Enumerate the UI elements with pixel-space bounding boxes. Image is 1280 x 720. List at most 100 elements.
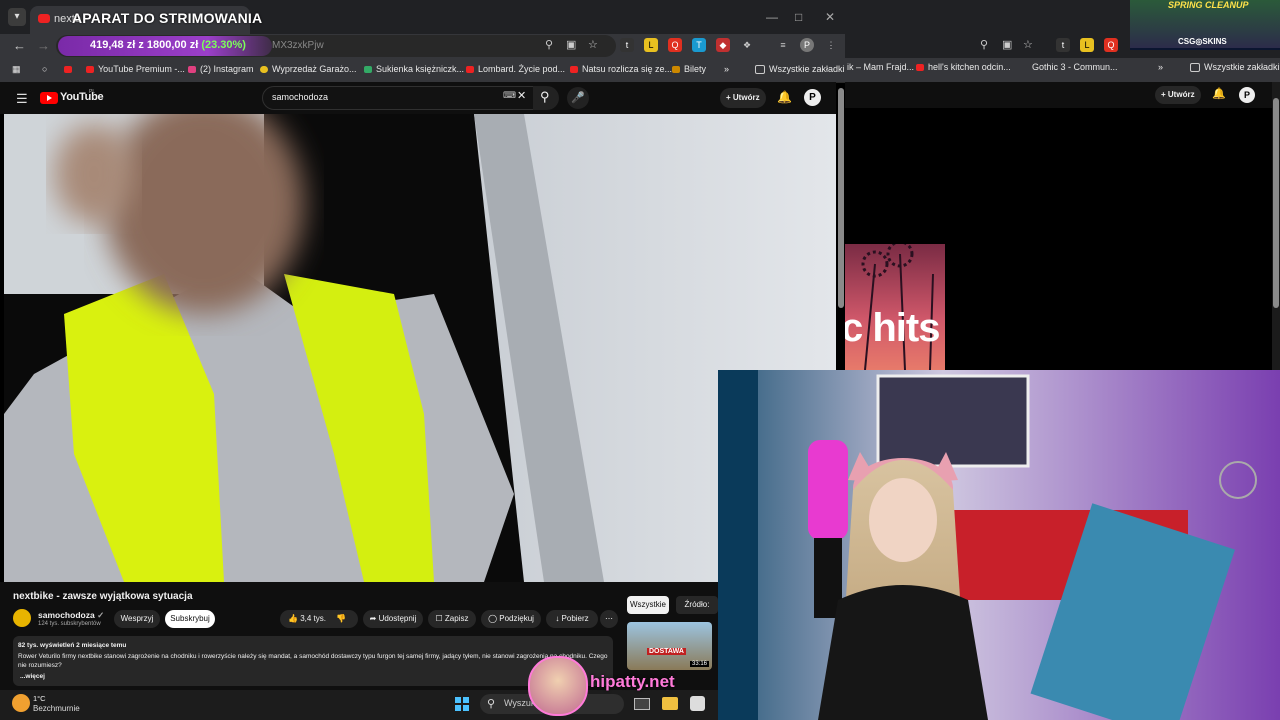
- install-app-icon[interactable]: ▣: [1002, 38, 1012, 51]
- tab-search-button[interactable]: ▾: [8, 8, 26, 26]
- youtube-favicon-icon: [86, 66, 94, 74]
- instagram-icon: [188, 66, 196, 74]
- bookmark-item[interactable]: ik – Mam Frajd...: [847, 62, 914, 72]
- extension-search-icon[interactable]: Q: [1104, 38, 1118, 52]
- channel-avatar[interactable]: [13, 609, 31, 627]
- spring-widget-title: SPRING CLEANUP: [1168, 0, 1249, 10]
- thumbs-down-icon: 👎: [336, 614, 347, 623]
- search-button[interactable]: ⚲: [533, 86, 559, 110]
- bookmark-item[interactable]: YouTube Premium -...: [86, 64, 185, 74]
- filter-chip-source[interactable]: Źródło: sam: [676, 596, 718, 614]
- bookmark-favicon-icon: [364, 66, 372, 74]
- browser-menu-icon[interactable]: ⋮: [824, 38, 838, 52]
- bookmark-item[interactable]: hell's kitchen odcin...: [916, 62, 1011, 72]
- dislike-button[interactable]: 👎: [336, 614, 346, 623]
- back-icon[interactable]: ←: [13, 38, 26, 53]
- youtube-favicon-icon: [916, 64, 924, 72]
- donation-goal: z 1800,00 zł: [138, 39, 199, 51]
- download-button[interactable]: ↓ Pobierz: [546, 610, 598, 628]
- forward-icon[interactable]: →: [37, 38, 50, 53]
- extension-red-icon[interactable]: ◆: [716, 38, 730, 52]
- more-actions-icon[interactable]: ⋯: [600, 610, 618, 628]
- all-bookmarks-folder[interactable]: Wszystkie zakładki: [1190, 62, 1280, 73]
- task-view-icon[interactable]: [634, 698, 650, 710]
- show-more-link[interactable]: ...więcej: [20, 673, 45, 680]
- related-caption: DOSTAWA: [647, 648, 686, 655]
- notifications-bell-icon[interactable]: 🔔: [1212, 87, 1226, 100]
- minimize-icon[interactable]: —: [766, 10, 778, 24]
- avatar[interactable]: P: [804, 89, 821, 106]
- video-frame: [4, 114, 836, 582]
- create-button[interactable]: + Utwórz: [1155, 86, 1201, 104]
- create-button[interactable]: + Utwórz: [720, 88, 766, 108]
- secondary-scrollbar[interactable]: [1272, 82, 1280, 370]
- bookmark-icon-only[interactable]: ○: [42, 64, 47, 74]
- bookmark-star-icon[interactable]: ☆: [588, 38, 598, 51]
- bookmark-item[interactable]: Gothic 3 - Commun...: [1020, 62, 1118, 72]
- search-input[interactable]: [270, 91, 494, 103]
- voice-search-icon[interactable]: 🎤: [567, 87, 589, 109]
- bookmarks-overflow-icon[interactable]: »: [1158, 62, 1163, 72]
- url-text[interactable]: MX3zxkPjw: [272, 40, 324, 51]
- youtube-logo-text[interactable]: YouTube: [60, 91, 104, 103]
- related-video-thumbnail[interactable]: DOSTAWA 33:16: [627, 622, 712, 670]
- bookmarks-overflow-icon[interactable]: »: [724, 64, 729, 74]
- bookmark-item[interactable]: Bilety: [672, 64, 706, 74]
- spring-cleanup-widget: SPRING CLEANUP CSG◎SKINS: [1130, 0, 1280, 50]
- extension-l-icon[interactable]: L: [1080, 38, 1094, 52]
- profile-avatar[interactable]: P: [800, 38, 814, 52]
- video-player[interactable]: [4, 114, 836, 582]
- bookmark-item[interactable]: (2) Instagram: [188, 64, 254, 74]
- close-window-icon[interactable]: ✕: [825, 10, 835, 24]
- bookmark-item[interactable]: Wyprzedaż Garażo...: [260, 64, 356, 74]
- youtube-logo-icon[interactable]: [40, 92, 58, 104]
- extension-twitch-icon[interactable]: t: [620, 38, 634, 52]
- webcam-overlay: [718, 370, 1280, 720]
- video-title: nextbike - zawsze wyjątkowa sytuacja: [13, 591, 193, 602]
- webcam-scene: [718, 370, 1280, 720]
- extension-translate-icon[interactable]: T: [692, 38, 706, 52]
- share-button[interactable]: ➦ Udostępnij: [363, 610, 423, 628]
- apps-grid-icon[interactable]: ▦: [12, 64, 21, 75]
- search-icon: ⚲: [487, 698, 496, 710]
- notifications-bell-icon[interactable]: 🔔: [777, 90, 792, 104]
- reading-list-icon[interactable]: ≡: [776, 38, 790, 52]
- youtube-favicon-icon: [466, 66, 474, 74]
- support-button[interactable]: Wesprzyj: [114, 610, 160, 628]
- playlist-thumbnail[interactable]: c hits: [845, 244, 945, 370]
- hamburger-menu-icon[interactable]: ☰: [16, 91, 28, 107]
- share-icon: ➦: [369, 614, 379, 623]
- extension-twitch-icon[interactable]: t: [1056, 38, 1070, 52]
- avatar[interactable]: P: [1239, 87, 1255, 103]
- store-icon[interactable]: [690, 696, 705, 711]
- save-button[interactable]: ☐ Zapisz: [428, 610, 476, 628]
- subscribe-button[interactable]: Subskrybuj: [165, 610, 215, 628]
- clear-search-icon[interactable]: ✕: [517, 89, 526, 102]
- bookmark-icon-only-youtube[interactable]: [64, 64, 76, 74]
- weather-condition: Bezchmurnie: [33, 704, 80, 713]
- windows-start-icon[interactable]: [455, 697, 469, 711]
- page-scrollbar[interactable]: [838, 88, 844, 308]
- zoom-icon[interactable]: ⚲: [980, 38, 988, 51]
- streamer-watermark: hipatty.net: [590, 672, 675, 691]
- all-bookmarks-folder[interactable]: Wszystkie zakładki: [755, 64, 845, 75]
- subscriber-count: 124 tys. subskrybentów: [38, 621, 101, 627]
- bookmark-item[interactable]: Sukienka księżniczk...: [364, 64, 464, 74]
- bookmark-item[interactable]: Natsu rozlicza się ze...: [570, 64, 672, 74]
- zoom-icon[interactable]: ⚲: [545, 38, 553, 51]
- keyboard-icon[interactable]: ⌨: [503, 90, 516, 101]
- bookmark-star-icon[interactable]: ☆: [1023, 38, 1033, 51]
- thanks-button[interactable]: ◯ Podziękuj: [481, 610, 541, 628]
- file-explorer-icon[interactable]: [662, 697, 678, 710]
- channel-name[interactable]: samochodoza ✓: [38, 610, 104, 621]
- extension-search-icon[interactable]: Q: [668, 38, 682, 52]
- stream-overlay-title: APARAT DO STRIMOWANIA: [72, 10, 263, 26]
- weather-icon[interactable]: [12, 694, 30, 712]
- filter-chip-all[interactable]: Wszystkie: [627, 596, 669, 614]
- extensions-puzzle-icon[interactable]: ❖: [740, 38, 754, 52]
- bookmark-item[interactable]: Lombard. Życie pod...: [466, 64, 565, 74]
- maximize-icon[interactable]: □: [795, 10, 802, 24]
- extension-l-icon[interactable]: L: [644, 38, 658, 52]
- like-button[interactable]: 👍 3,4 tys.: [288, 614, 326, 623]
- install-app-icon[interactable]: ▣: [566, 38, 576, 51]
